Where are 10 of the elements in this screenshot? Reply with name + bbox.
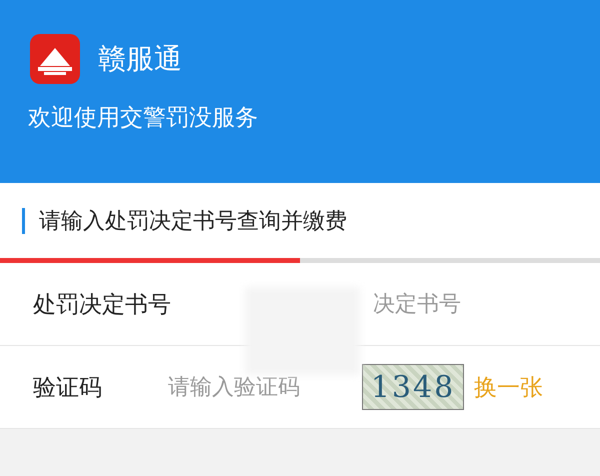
section-title: 请输入处罚决定书号查询并缴费 bbox=[39, 208, 347, 236]
refresh-link[interactable]: 换一张 bbox=[474, 372, 543, 402]
app-name: 赣服通 bbox=[98, 41, 182, 77]
subtitle: 欢迎使用交警罚没服务 bbox=[28, 104, 259, 133]
input-field[interactable]: 请输入验证码 bbox=[168, 372, 300, 402]
field-label: 处罚决定书号 bbox=[33, 290, 172, 320]
app-logo-icon bbox=[30, 34, 80, 84]
field-label: 验证码 bbox=[33, 374, 103, 402]
input-field[interactable]: 决定书号 bbox=[373, 289, 461, 319]
captcha-image: 1348 bbox=[362, 364, 464, 410]
